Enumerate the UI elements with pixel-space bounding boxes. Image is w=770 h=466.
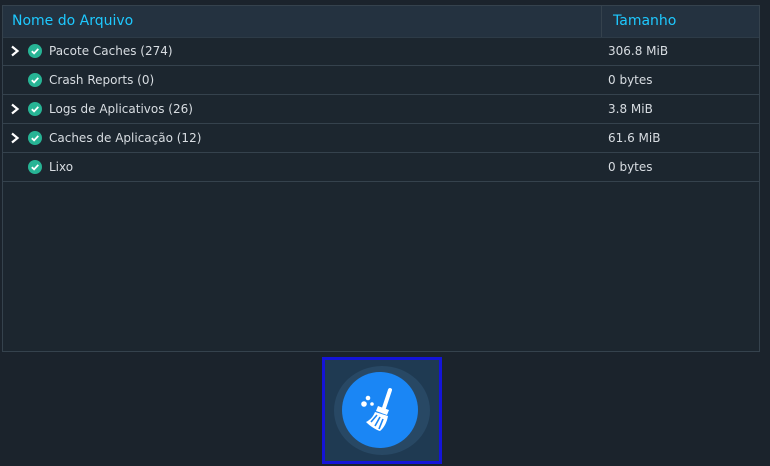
check-circle-icon[interactable]: [28, 44, 42, 58]
row-size: 3.8 MiB: [608, 102, 653, 116]
table-header: Nome do Arquivo Tamanho: [3, 6, 759, 38]
row-name: Crash Reports (0): [49, 73, 155, 87]
clean-button-disc: [342, 372, 418, 448]
table-row[interactable]: Pacote Caches (274) 306.8 MiB: [3, 37, 759, 66]
table-row[interactable]: Logs de Aplicativos (26) 3.8 MiB: [3, 95, 759, 124]
row-size: 306.8 MiB: [608, 44, 669, 58]
chevron-right-icon[interactable]: [9, 45, 21, 57]
row-size: 0 bytes: [608, 160, 653, 174]
check-circle-icon[interactable]: [28, 102, 42, 116]
check-circle-icon[interactable]: [28, 131, 42, 145]
row-name: Caches de Aplicação (12): [49, 131, 202, 145]
row-name: Lixo: [49, 160, 74, 174]
broom-icon: [361, 388, 392, 431]
file-list: Pacote Caches (274) 306.8 MiB Crash Repo…: [3, 37, 759, 182]
row-name: Pacote Caches (274): [49, 44, 173, 58]
row-name: Logs de Aplicativos (26): [49, 102, 193, 116]
check-circle-icon[interactable]: [28, 73, 42, 87]
row-size: 0 bytes: [608, 73, 653, 87]
chevron-right-icon[interactable]: [9, 132, 21, 144]
table-row[interactable]: Lixo 0 bytes: [3, 153, 759, 182]
file-list-panel: Nome do Arquivo Tamanho Pacote Caches (2…: [2, 5, 760, 352]
chevron-right-icon[interactable]: [9, 103, 21, 115]
row-size: 61.6 MiB: [608, 131, 661, 145]
column-header-size[interactable]: Tamanho: [601, 6, 759, 37]
table-row[interactable]: Crash Reports (0) 0 bytes: [3, 66, 759, 95]
clean-button[interactable]: [322, 357, 442, 464]
table-row[interactable]: Caches de Aplicação (12) 61.6 MiB: [3, 124, 759, 153]
column-header-name[interactable]: Nome do Arquivo: [12, 6, 133, 37]
check-circle-icon[interactable]: [28, 160, 42, 174]
